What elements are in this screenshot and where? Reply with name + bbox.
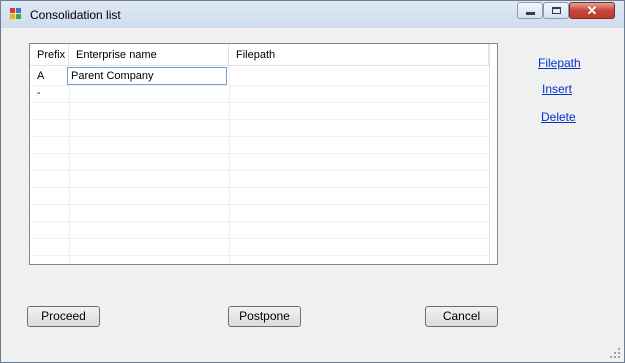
grid-line bbox=[30, 170, 489, 171]
consolidation-grid[interactable]: Prefix Enterprise name Filepath A Parent… bbox=[29, 43, 498, 265]
grid-line bbox=[30, 153, 489, 154]
filepath-link[interactable]: Filepath bbox=[538, 56, 581, 70]
row-2-enterprise-name-cell[interactable] bbox=[69, 85, 229, 102]
window-title: Consolidation list bbox=[30, 8, 121, 22]
row-2-prefix-cell[interactable]: - bbox=[30, 85, 69, 102]
row-1-enterprise-name-editor[interactable]: Parent Company bbox=[67, 67, 227, 85]
proceed-button[interactable]: Proceed bbox=[27, 306, 100, 327]
column-header-prefix[interactable]: Prefix bbox=[30, 44, 69, 66]
grid-line bbox=[30, 255, 489, 256]
grid-line bbox=[30, 119, 489, 120]
insert-link[interactable]: Insert bbox=[542, 82, 572, 96]
delete-link[interactable]: Delete bbox=[541, 110, 576, 124]
row-1-filepath-cell[interactable] bbox=[229, 68, 489, 85]
close-button[interactable]: ✕ bbox=[569, 2, 615, 19]
grid-line bbox=[30, 102, 489, 103]
cancel-button[interactable]: Cancel bbox=[425, 306, 498, 327]
minimize-button[interactable] bbox=[517, 2, 543, 19]
row-1-prefix-cell[interactable]: A bbox=[30, 68, 69, 85]
grid-line bbox=[30, 187, 489, 188]
close-icon: ✕ bbox=[586, 2, 598, 18]
postpone-button[interactable]: Postpone bbox=[228, 306, 301, 327]
consolidation-window: Consolidation list ✕ Prefix Enterprise n… bbox=[0, 0, 625, 363]
grid-line bbox=[489, 44, 490, 264]
app-icon bbox=[10, 8, 23, 20]
grid-line bbox=[30, 204, 489, 205]
column-header-filepath[interactable]: Filepath bbox=[229, 44, 489, 66]
grid-line bbox=[30, 221, 489, 222]
grid-line bbox=[30, 238, 489, 239]
column-header-enterprise-name[interactable]: Enterprise name bbox=[69, 44, 229, 66]
row-2-filepath-cell[interactable] bbox=[229, 85, 489, 102]
minimize-icon bbox=[525, 12, 535, 15]
resize-grip-icon[interactable] bbox=[610, 348, 620, 358]
maximize-button[interactable] bbox=[543, 2, 569, 19]
title-bar[interactable]: Consolidation list ✕ bbox=[1, 1, 624, 28]
maximize-icon bbox=[551, 7, 561, 14]
grid-line bbox=[30, 136, 489, 137]
